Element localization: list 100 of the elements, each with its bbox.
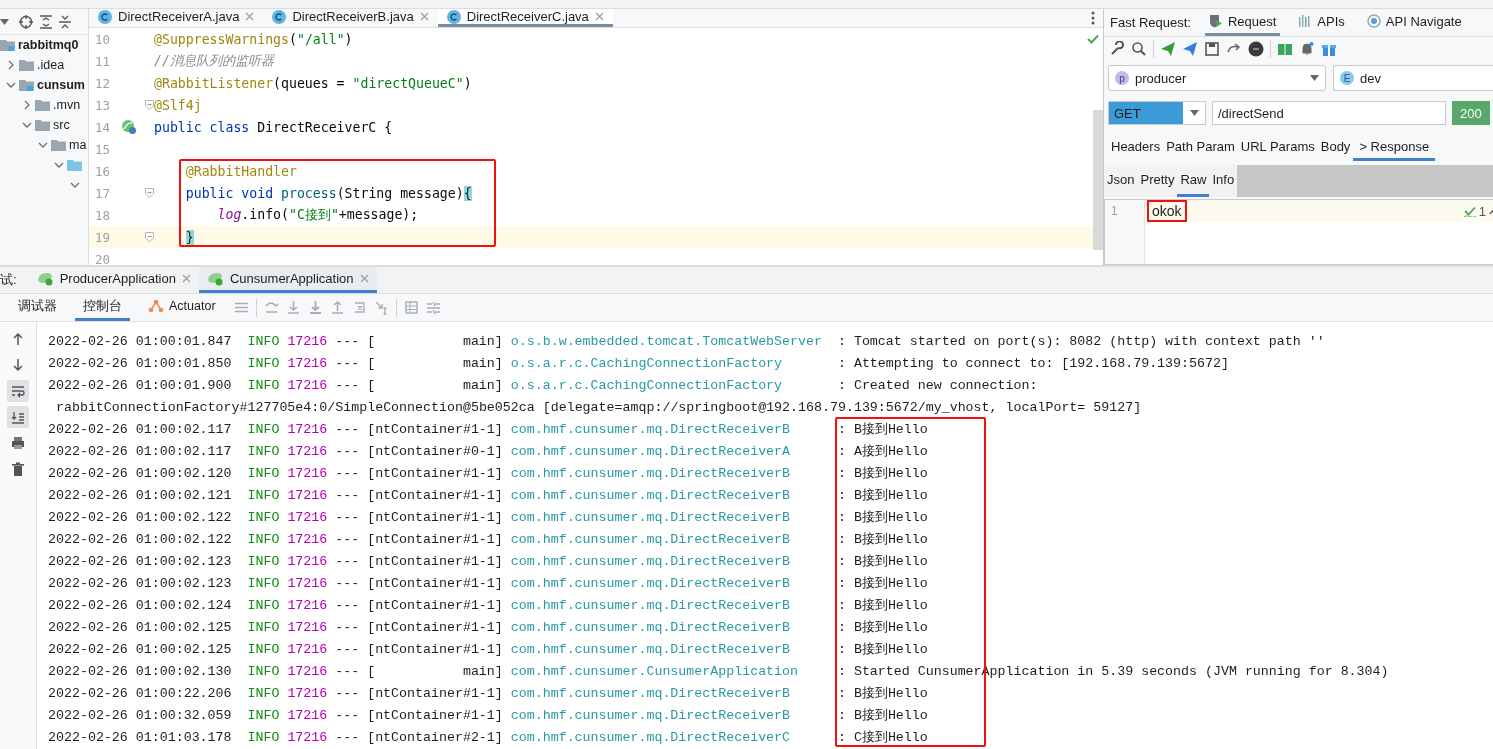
- target-icon: [1366, 14, 1381, 28]
- panel-tab[interactable]: APIs: [1294, 9, 1349, 36]
- chevron-down-icon[interactable]: [6, 80, 16, 90]
- close-icon[interactable]: [245, 12, 255, 21]
- line-number: 1: [1111, 204, 1118, 218]
- class-file-icon: [272, 9, 287, 24]
- log-line: 2022-02-26 01:00:02.125 INFO 17216 --- [ntContainer#1-1] com.hmf.cunsumer.mq.DirectReceiverB : B接到Hello: [48, 618, 929, 637]
- method-select[interactable]: GET: [1108, 101, 1206, 125]
- tree-item[interactable]: .idea: [37, 58, 65, 72]
- search-icon[interactable]: [1131, 41, 1147, 57]
- close-icon[interactable]: [419, 12, 429, 21]
- scrollbar[interactable]: [1093, 110, 1103, 250]
- send-icon[interactable]: [1182, 41, 1198, 57]
- editor-tab[interactable]: DirectReceiverA.java: [89, 9, 264, 27]
- line-number: 18: [93, 207, 111, 223]
- shield-play-icon: [1208, 14, 1223, 28]
- code-line: @SuppressWarnings("/all"): [154, 31, 353, 47]
- bars-icon: [1298, 14, 1313, 28]
- tree-item[interactable]: src: [53, 118, 70, 132]
- actuator-icon: [148, 299, 164, 313]
- line-number: 16: [93, 163, 111, 179]
- log-line: 2022-02-26 01:00:02.121 INFO 17216 --- [ntContainer#1-1] com.hmf.cunsumer.mq.DirectReceiverB : B接到Hello: [48, 486, 929, 505]
- wrench-icon[interactable]: [1109, 41, 1125, 57]
- folder-icon: [35, 119, 50, 131]
- project-select[interactable]: p producer: [1108, 65, 1326, 91]
- log-line: 2022-02-26 01:00:32.059 INFO 17216 --- [ntContainer#1-1] com.hmf.cunsumer.mq.DirectReceiverB : B接到Hello: [48, 706, 929, 725]
- log-line: 2022-02-26 01:00:22.206 INFO 17216 --- [ntContainer#1-1] com.hmf.cunsumer.mq.DirectReceiverB : B接到Hello: [48, 684, 929, 703]
- fold-icon[interactable]: [144, 100, 154, 110]
- log-line: 2022-02-26 01:00:02.124 INFO 17216 --- [ntContainer#1-1] com.hmf.cunsumer.mq.DirectReceiverB : B接到Hello: [48, 596, 929, 615]
- more-icon[interactable]: [1091, 11, 1095, 25]
- tree-item[interactable]: ma: [69, 138, 87, 152]
- section-tab[interactable]: Path Param: [1163, 136, 1238, 161]
- editor-tab[interactable]: DirectReceiverB.java: [263, 9, 438, 27]
- close-icon[interactable]: [182, 274, 191, 283]
- section-tab[interactable]: URL Params: [1237, 136, 1318, 161]
- fold-icon[interactable]: [144, 232, 154, 242]
- tree-item[interactable]: rabbitmq0: [18, 38, 79, 52]
- bell-icon[interactable]: [1299, 41, 1315, 57]
- folder-icon: [19, 79, 34, 91]
- chevron-right-icon[interactable]: [22, 100, 32, 110]
- soft-wrap-icon[interactable]: [7, 380, 29, 402]
- editor-tab[interactable]: DirectReceiverC.java: [437, 9, 613, 27]
- code-line: @RabbitHandler: [184, 163, 297, 179]
- run-tab[interactable]: CunsumerApplication: [199, 267, 377, 293]
- panel-tab[interactable]: API Navigate: [1362, 9, 1466, 36]
- chevron-right-icon[interactable]: [6, 60, 16, 70]
- inspection-count[interactable]: 1: [1478, 204, 1486, 219]
- tree-item[interactable]: cunsum: [37, 78, 85, 92]
- folder-icon: [19, 59, 34, 71]
- class-file-icon: [446, 9, 461, 24]
- panel-label: 试:: [0, 271, 18, 289]
- console-tab[interactable]: Actuator: [140, 294, 224, 321]
- section-tab[interactable]: > Response: [1353, 136, 1436, 161]
- scroll-to-end-icon[interactable]: [7, 406, 29, 428]
- url-field[interactable]: /directSend: [1212, 101, 1446, 125]
- check-icon: [1463, 206, 1476, 217]
- tree-item[interactable]: .mvn: [53, 98, 81, 112]
- code-line: public class DirectReceiverC {: [154, 119, 393, 135]
- send-icon[interactable]: [1160, 41, 1176, 57]
- book-icon[interactable]: [1277, 41, 1293, 57]
- log-line: 2022-02-26 01:00:01.847 INFO 17216 --- [ main] o.s.b.w.embedded.tomcat.TomcatWebServer : Tomcat started on port(s): 8082 (http) with context path '': [48, 332, 1326, 351]
- console-tab[interactable]: 控制台: [75, 294, 130, 321]
- dropdown-icon[interactable]: [0, 16, 12, 27]
- close-icon[interactable]: [359, 274, 369, 283]
- line-number: 13: [93, 97, 111, 113]
- console-tab[interactable]: 调试器: [10, 294, 65, 321]
- collapse-all-icon[interactable]: [59, 14, 71, 29]
- panel-title: Fast Request:: [1110, 15, 1191, 30]
- section-tab[interactable]: Body: [1317, 136, 1354, 161]
- log-line: 2022-02-26 01:00:01.900 INFO 17216 --- [ main] o.s.a.r.c.CachingConnectionFactory : Created new connection:: [48, 376, 1039, 395]
- close-icon[interactable]: [594, 12, 604, 21]
- fold-icon[interactable]: [144, 188, 154, 198]
- run-tab[interactable]: ProducerApplication: [28, 267, 199, 293]
- log-line: 2022-02-26 01:01:03.178 INFO 17216 --- [ntContainer#2-1] com.hmf.cunsumer.mq.DirectReceiverC : C接到Hello: [48, 728, 929, 747]
- log-line: 2022-02-26 01:00:02.123 INFO 17216 --- [ntContainer#1-1] com.hmf.cunsumer.mq.DirectReceiverB : B接到Hello: [48, 574, 929, 593]
- save-icon[interactable]: [1204, 41, 1220, 57]
- expand-all-icon[interactable]: [40, 14, 52, 29]
- folder-icon: [35, 99, 50, 111]
- section-tab[interactable]: Headers: [1108, 136, 1164, 161]
- folder-icon: [51, 139, 66, 151]
- code-line: @Slf4j: [154, 97, 202, 113]
- dropdown-icon: [1189, 110, 1199, 116]
- log-line: 2022-02-26 01:00:02.122 INFO 17216 --- [ntContainer#1-1] com.hmf.cunsumer.mq.DirectReceiverB : B接到Hello: [48, 508, 929, 527]
- format-tab[interactable]: Pretty: [1137, 165, 1178, 197]
- dropdown-icon: [1310, 75, 1319, 81]
- panel-tab[interactable]: Request: [1204, 9, 1281, 36]
- bean-icon[interactable]: [121, 119, 137, 135]
- format-tab[interactable]: Json: [1104, 165, 1138, 197]
- line-number: 12: [93, 75, 111, 91]
- line-number: 19: [93, 229, 111, 245]
- line-number: 11: [93, 53, 111, 69]
- format-tab[interactable]: Info: [1209, 165, 1238, 197]
- log-line: 2022-02-26 01:00:02.117 INFO 17216 --- [ntContainer#1-1] com.hmf.cunsumer.mq.DirectReceiverB : B接到Hello: [48, 420, 929, 439]
- log-line: 2022-02-26 01:00:02.120 INFO 17216 --- [ntContainer#1-1] com.hmf.cunsumer.mq.DirectReceiverB : B接到Hello: [48, 464, 929, 483]
- log-line: 2022-02-26 01:00:01.850 INFO 17216 --- [ main] o.s.a.r.c.CachingConnectionFactory : Attempting to connect to: [192.168.79.139:5672]: [48, 354, 1230, 373]
- environment-select[interactable]: E dev: [1333, 65, 1493, 91]
- log-line: rabbitConnectionFactory#127705e4:0/SimpleConnection@5be052ca [delegate=amqp://springboot@192.168.79.139:5672/my_vhost, localPort= 59127]: [54, 398, 1143, 417]
- line-number: 20: [93, 251, 111, 267]
- crosshair-icon[interactable]: [19, 14, 33, 29]
- folder-icon: [0, 39, 15, 51]
